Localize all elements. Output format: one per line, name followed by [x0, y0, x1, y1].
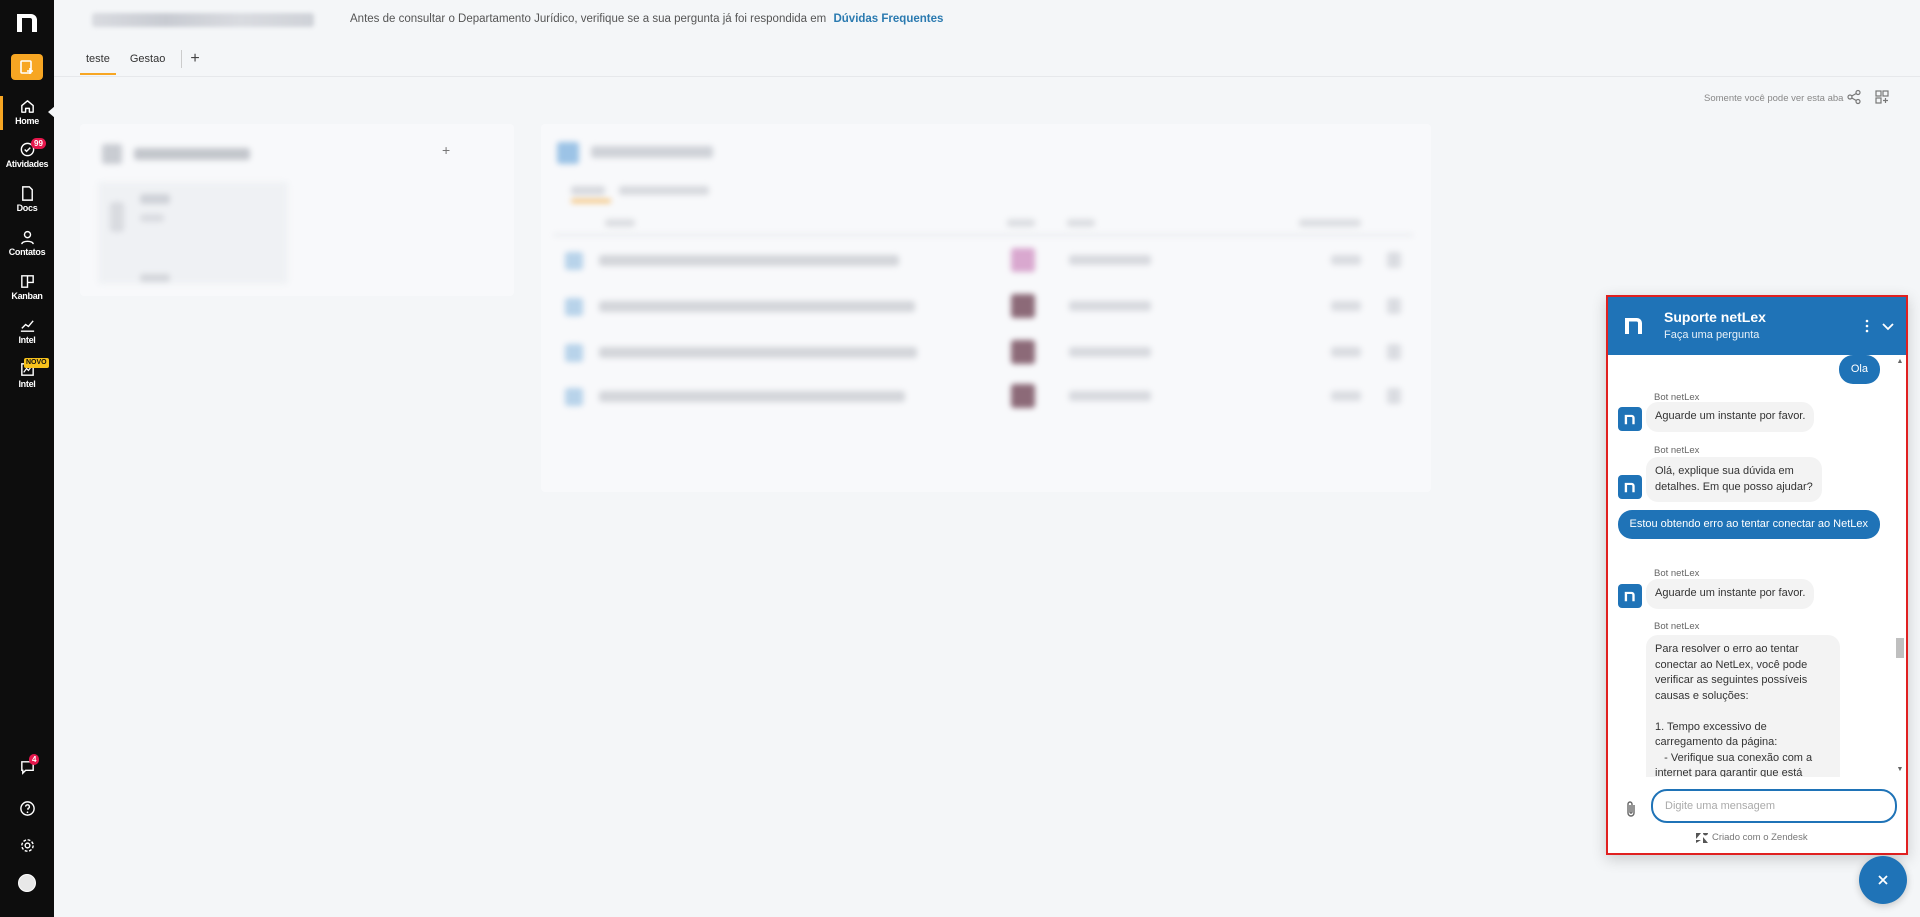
- bot-message: Aguarde um instante por favor.: [1646, 579, 1815, 609]
- tab-bar: teste Gestao +: [80, 50, 200, 78]
- workspace-title-redacted: [92, 13, 314, 27]
- chat-subtitle: Faça uma pergunta: [1664, 329, 1760, 341]
- netlex-logo-icon: [1625, 318, 1642, 334]
- add-widget-icon[interactable]: [1874, 89, 1890, 105]
- paperclip-icon[interactable]: [1622, 799, 1640, 819]
- chat-scrollbar[interactable]: [1894, 355, 1904, 777]
- sidebar-item-atividades[interactable]: Atividades: [0, 141, 54, 181]
- widget-card-main: [541, 124, 1431, 492]
- sidebar-item-label: Home: [15, 116, 39, 126]
- scroll-up-arrow[interactable]: ▲: [1896, 358, 1904, 366]
- tab-visibility-note: Somente você pode ver esta aba: [1704, 93, 1844, 104]
- scroll-down-arrow[interactable]: ▼: [1896, 766, 1904, 774]
- add-widget-item-button[interactable]: +: [442, 142, 450, 158]
- chat-launcher-close-button[interactable]: [1859, 856, 1907, 904]
- notice-text: Antes de consultar o Departamento Jurídi…: [350, 13, 827, 25]
- home-icon: [20, 100, 34, 113]
- new-feature-badge: NOVO: [24, 358, 49, 368]
- user-message: Estou obtendo erro ao tentar conectar ao…: [1617, 510, 1880, 539]
- sidebar: Home Atividades 99 Docs Contatos Kanban …: [0, 0, 55, 917]
- zendesk-attribution[interactable]: Criado com o Zendesk: [1696, 832, 1808, 843]
- chat-scrollbar-thumb[interactable]: [1896, 638, 1904, 658]
- add-document-icon: [20, 60, 33, 74]
- netlex-logo-icon: [1624, 591, 1635, 602]
- sidebar-item-kanban[interactable]: Kanban: [0, 273, 54, 313]
- legal-notice: Antes de consultar o Departamento Jurídi…: [350, 13, 943, 25]
- bot-name-label: Bot netLex: [1654, 621, 1700, 632]
- kanban-icon: [20, 275, 34, 288]
- tab-teste[interactable]: teste: [80, 53, 116, 75]
- netlex-logo-icon: [1624, 414, 1635, 425]
- sidebar-item-contatos[interactable]: Contatos: [0, 229, 54, 269]
- sidebar-item-label: Intel: [18, 379, 36, 389]
- tab-gestao[interactable]: Gestao: [124, 53, 171, 75]
- faq-link[interactable]: Dúvidas Frequentes: [833, 13, 943, 25]
- bot-message: Aguarde um instante por favor.: [1646, 402, 1815, 432]
- widget-card-left: +: [80, 124, 514, 296]
- bot-avatar: [1618, 407, 1642, 431]
- chat-header: Suporte netLex Faça uma pergunta: [1608, 297, 1906, 355]
- sidebar-item-home[interactable]: Home: [0, 98, 54, 138]
- chart-icon: [20, 320, 34, 332]
- chevron-down-icon[interactable]: [1880, 317, 1896, 335]
- sidebar-item-label: Contatos: [8, 247, 46, 257]
- support-chat-widget: Suporte netLex Faça uma pergunta Ola Bot…: [1606, 295, 1908, 855]
- chat-message-list[interactable]: Ola Bot netLex Aguarde um instante por f…: [1608, 355, 1906, 777]
- bot-message: Olá, explique sua dúvida em detalhes. Em…: [1646, 457, 1822, 502]
- more-options-icon[interactable]: [1860, 317, 1874, 335]
- bot-avatar: [1618, 584, 1642, 608]
- tab-divider: [181, 50, 183, 68]
- share-icon[interactable]: [1846, 89, 1862, 105]
- sidebar-item-label: Kanban: [11, 291, 43, 301]
- gear-icon: [20, 838, 34, 852]
- zendesk-attribution-text: Criado com o Zendesk: [1712, 832, 1808, 843]
- sidebar-item-intel[interactable]: Intel: [0, 317, 54, 357]
- sidebar-item-docs[interactable]: Docs: [0, 185, 54, 225]
- add-tab-button[interactable]: +: [190, 50, 199, 68]
- chat-message-input[interactable]: [1651, 789, 1897, 823]
- tabs-divider-line: [54, 76, 1920, 77]
- settings-button[interactable]: [16, 834, 38, 856]
- user-message: Ola: [1838, 355, 1880, 384]
- bot-message: Para resolver o erro ao tentar conectar …: [1646, 635, 1840, 777]
- activities-count-badge: 99: [31, 138, 46, 149]
- netlex-logo[interactable]: [13, 8, 41, 36]
- bot-avatar: [1618, 475, 1642, 499]
- sidebar-item-label: Atividades: [5, 159, 49, 169]
- user-avatar[interactable]: [16, 872, 38, 894]
- chat-composer: Criado com o Zendesk: [1608, 777, 1906, 853]
- sidebar-item-label: Intel: [18, 335, 36, 345]
- zendesk-logo-icon: [1696, 832, 1708, 843]
- avatar-icon: [18, 874, 36, 892]
- document-icon: [21, 186, 33, 201]
- help-button[interactable]: [16, 797, 38, 819]
- chat-title: Suporte netLex: [1664, 309, 1766, 325]
- person-icon: [20, 230, 34, 245]
- close-icon: [1878, 875, 1888, 885]
- netlex-logo-icon: [1624, 482, 1635, 493]
- redacted-table-content: [541, 124, 1431, 492]
- help-icon: [19, 800, 35, 816]
- new-item-button[interactable]: [11, 54, 43, 80]
- sidebar-item-label: Docs: [16, 203, 38, 213]
- bot-name-label: Bot netLex: [1654, 445, 1700, 456]
- bot-name-label: Bot netLex: [1654, 568, 1700, 579]
